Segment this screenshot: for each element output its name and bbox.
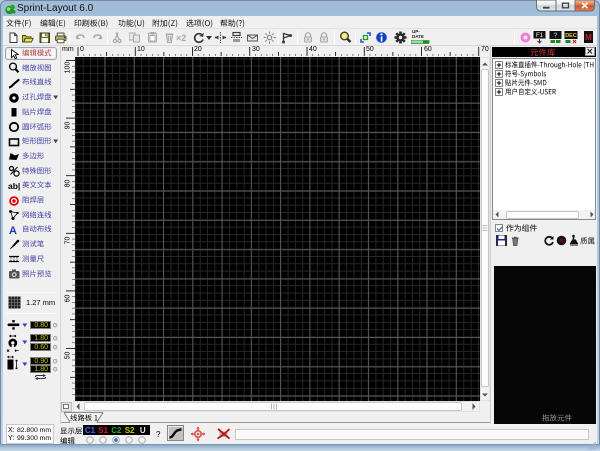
svg-text:ab|: ab| (8, 181, 20, 191)
svg-text:A: A (9, 225, 17, 236)
svg-text:F1: F1 (536, 33, 544, 39)
svg-text:DEC: DEC (565, 33, 577, 39)
svg-text:?: ? (554, 33, 558, 40)
svg-text:M: M (585, 33, 592, 42)
